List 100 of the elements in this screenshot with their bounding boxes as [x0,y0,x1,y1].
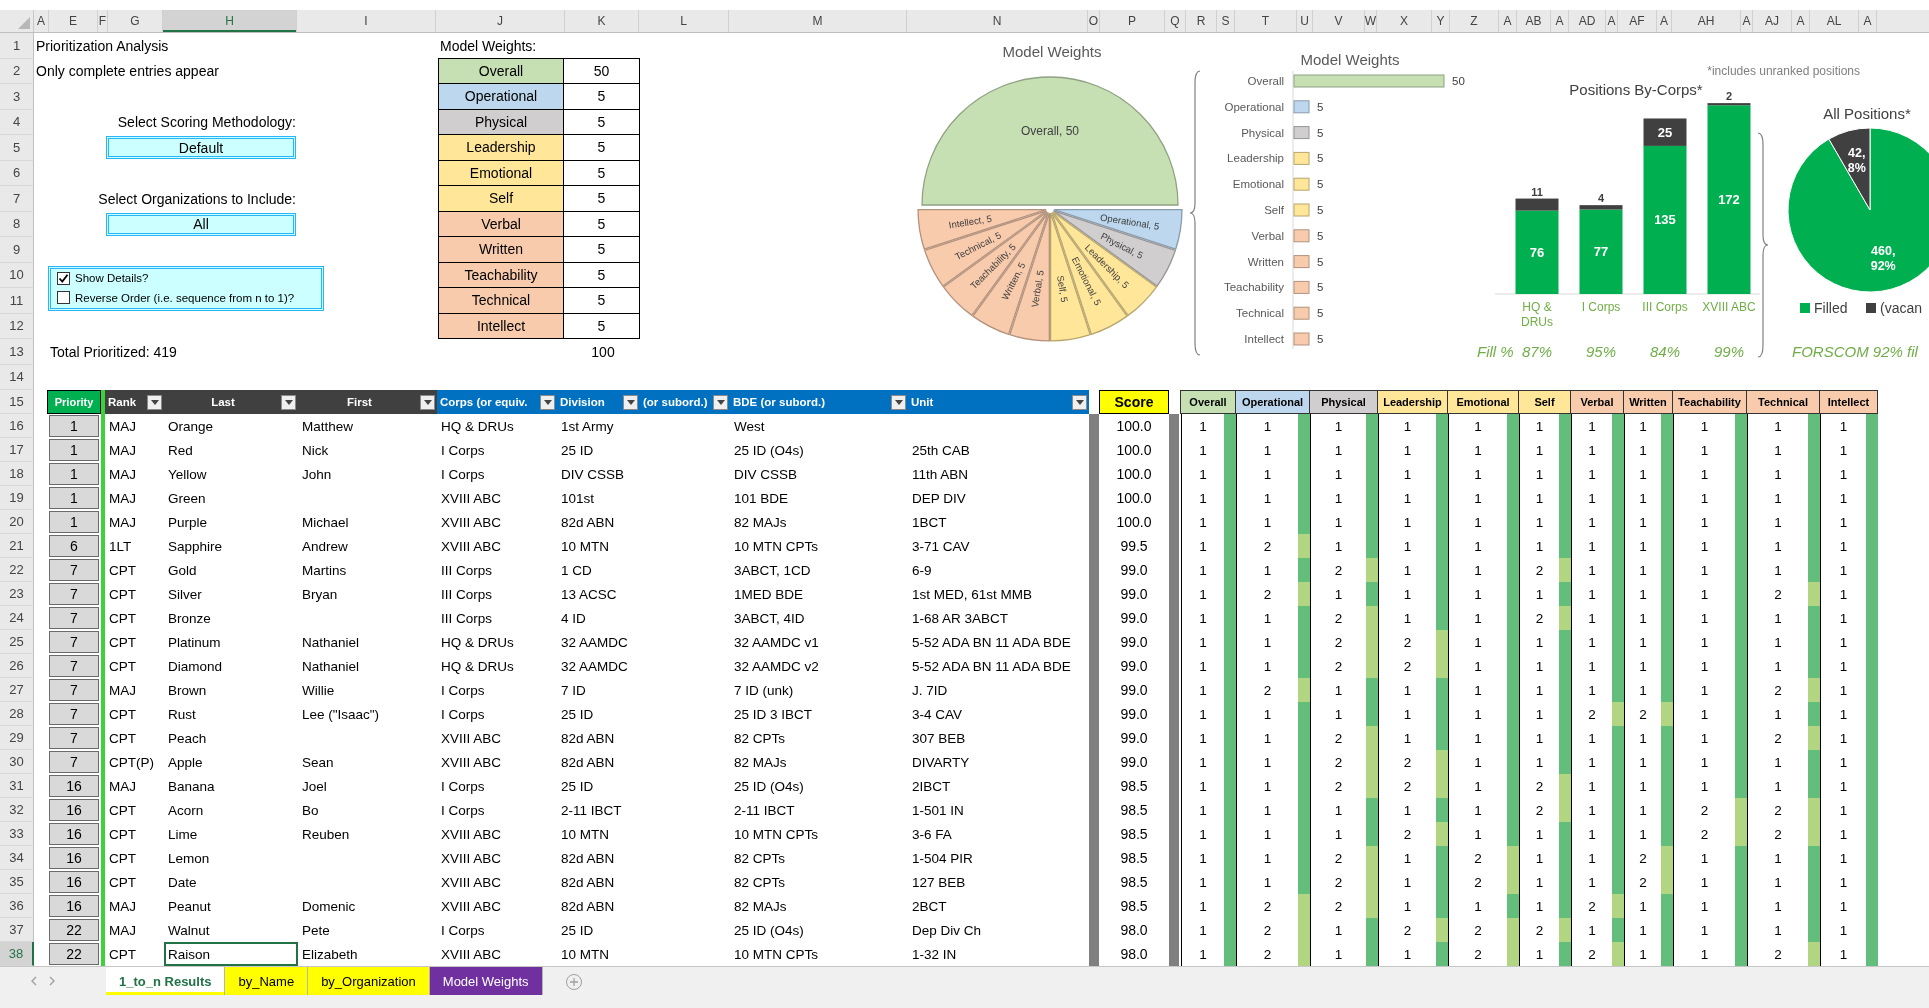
column-header[interactable]: AH [1672,10,1741,32]
row-number[interactable]: 8 [0,211,34,237]
sheet-tab[interactable]: Model Weights [429,967,543,995]
row-number[interactable]: 3 [0,84,34,110]
rating-cell-text: 1 [1198,465,1208,484]
rating-cell-text: 1 [1333,681,1344,700]
column-header[interactable]: AB [1517,10,1551,32]
selector-button[interactable]: All [106,212,296,236]
column-header[interactable]: AF [1618,10,1657,32]
column-header[interactable]: Y [1432,10,1450,32]
filter-button[interactable] [1072,394,1087,410]
column-header[interactable]: X [1377,10,1432,32]
heat-bar [1436,774,1448,798]
row-number[interactable]: 1 [0,33,34,59]
row-number[interactable]: 16 [0,414,34,438]
row-number[interactable]: 31 [0,774,34,798]
row-number[interactable]: 28 [0,702,34,726]
column-header[interactable]: A [1657,10,1672,32]
row-number[interactable]: 32 [0,798,34,822]
column-header[interactable]: AJ [1753,10,1792,32]
rating-cell-text: 1 [1587,681,1597,700]
rating-cell-text: 1 [1587,513,1597,532]
column-header[interactable]: F [98,10,108,32]
column-header[interactable]: T [1235,10,1297,32]
row-number[interactable]: 20 [0,510,34,534]
table-cell-text: 1LT [108,537,133,556]
row-number[interactable]: 34 [0,846,34,870]
filter-button[interactable] [623,394,638,410]
column-header[interactable]: A [1859,10,1877,32]
row-number[interactable]: 26 [0,654,34,678]
column-header[interactable]: A [1606,10,1618,32]
column-header[interactable]: AD [1569,10,1606,32]
row-number[interactable]: 18 [0,462,34,486]
checkbox[interactable] [57,291,70,305]
column-header[interactable]: H [163,10,297,32]
row-number[interactable]: 14 [0,364,34,390]
row-number[interactable]: 36 [0,894,34,918]
row-number[interactable]: 13 [0,339,34,365]
row-number[interactable]: 35 [0,870,34,894]
row-number[interactable]: 4 [0,109,34,135]
table-cell-text: 4 ID [560,609,587,628]
row-number[interactable]: 27 [0,678,34,702]
column-header[interactable]: N [907,10,1088,32]
column-header[interactable]: S [1217,10,1235,32]
row-number[interactable]: 10 [0,262,34,288]
filter-button[interactable] [281,394,296,410]
column-header[interactable]: AL [1810,10,1859,32]
column-header[interactable]: P [1100,10,1165,32]
sheet-tab[interactable]: by_Name [225,967,309,995]
bar [1293,151,1310,165]
column-header[interactable]: V [1313,10,1365,32]
column-header[interactable]: E [49,10,98,32]
table-cell-text: 7 ID [560,681,587,700]
row-number[interactable]: 12 [0,313,34,339]
row-number[interactable]: 25 [0,630,34,654]
column-header[interactable]: K [565,10,639,32]
row-number[interactable]: 23 [0,582,34,606]
filter-button[interactable] [891,394,906,410]
column-header[interactable]: A [1741,10,1753,32]
selector-button[interactable]: Default [106,136,296,160]
column-header[interactable]: Q [1165,10,1186,32]
sheet-tab[interactable]: by_Organization [308,967,430,995]
column-header[interactable]: O [1088,10,1100,32]
column-header[interactable]: U [1297,10,1313,32]
column-header[interactable]: M [729,10,907,32]
row-number[interactable]: 24 [0,606,34,630]
column-header[interactable]: I [297,10,436,32]
column-header[interactable]: A [1792,10,1810,32]
row-number[interactable]: 9 [0,237,34,263]
column-header[interactable]: A [34,10,49,32]
checkbox[interactable] [57,271,70,285]
row-number[interactable]: 33 [0,822,34,846]
row-number[interactable]: 11 [0,288,34,314]
row-number[interactable]: 22 [0,558,34,582]
column-header[interactable]: R [1186,10,1217,32]
column-header[interactable]: L [639,10,729,32]
column-header[interactable]: Z [1450,10,1499,32]
row-number[interactable]: 37 [0,918,34,942]
filter-button[interactable] [420,394,435,410]
row-number[interactable]: 5 [0,135,34,161]
row-number[interactable]: 21 [0,534,34,558]
rating-cell-text: 1 [1534,753,1545,772]
column-header[interactable]: A [1499,10,1517,32]
column-header[interactable]: A [1551,10,1569,32]
filter-button[interactable] [147,394,162,410]
row-number[interactable]: 19 [0,486,34,510]
heat-bar [1366,774,1378,798]
sheet-tab[interactable]: 1_to_n Results [106,967,226,995]
row-number[interactable]: 15 [0,390,34,414]
row-number[interactable]: 29 [0,726,34,750]
row-number[interactable]: 7 [0,186,34,212]
row-number[interactable]: 17 [0,438,34,462]
column-header[interactable]: W [1365,10,1377,32]
filter-button[interactable] [540,394,555,410]
filter-button[interactable] [713,394,728,410]
row-number[interactable]: 6 [0,160,34,186]
row-number[interactable]: 38 [0,942,34,966]
row-number[interactable]: 30 [0,750,34,774]
column-header[interactable]: J [436,10,565,32]
row-number[interactable]: 2 [0,58,34,84]
